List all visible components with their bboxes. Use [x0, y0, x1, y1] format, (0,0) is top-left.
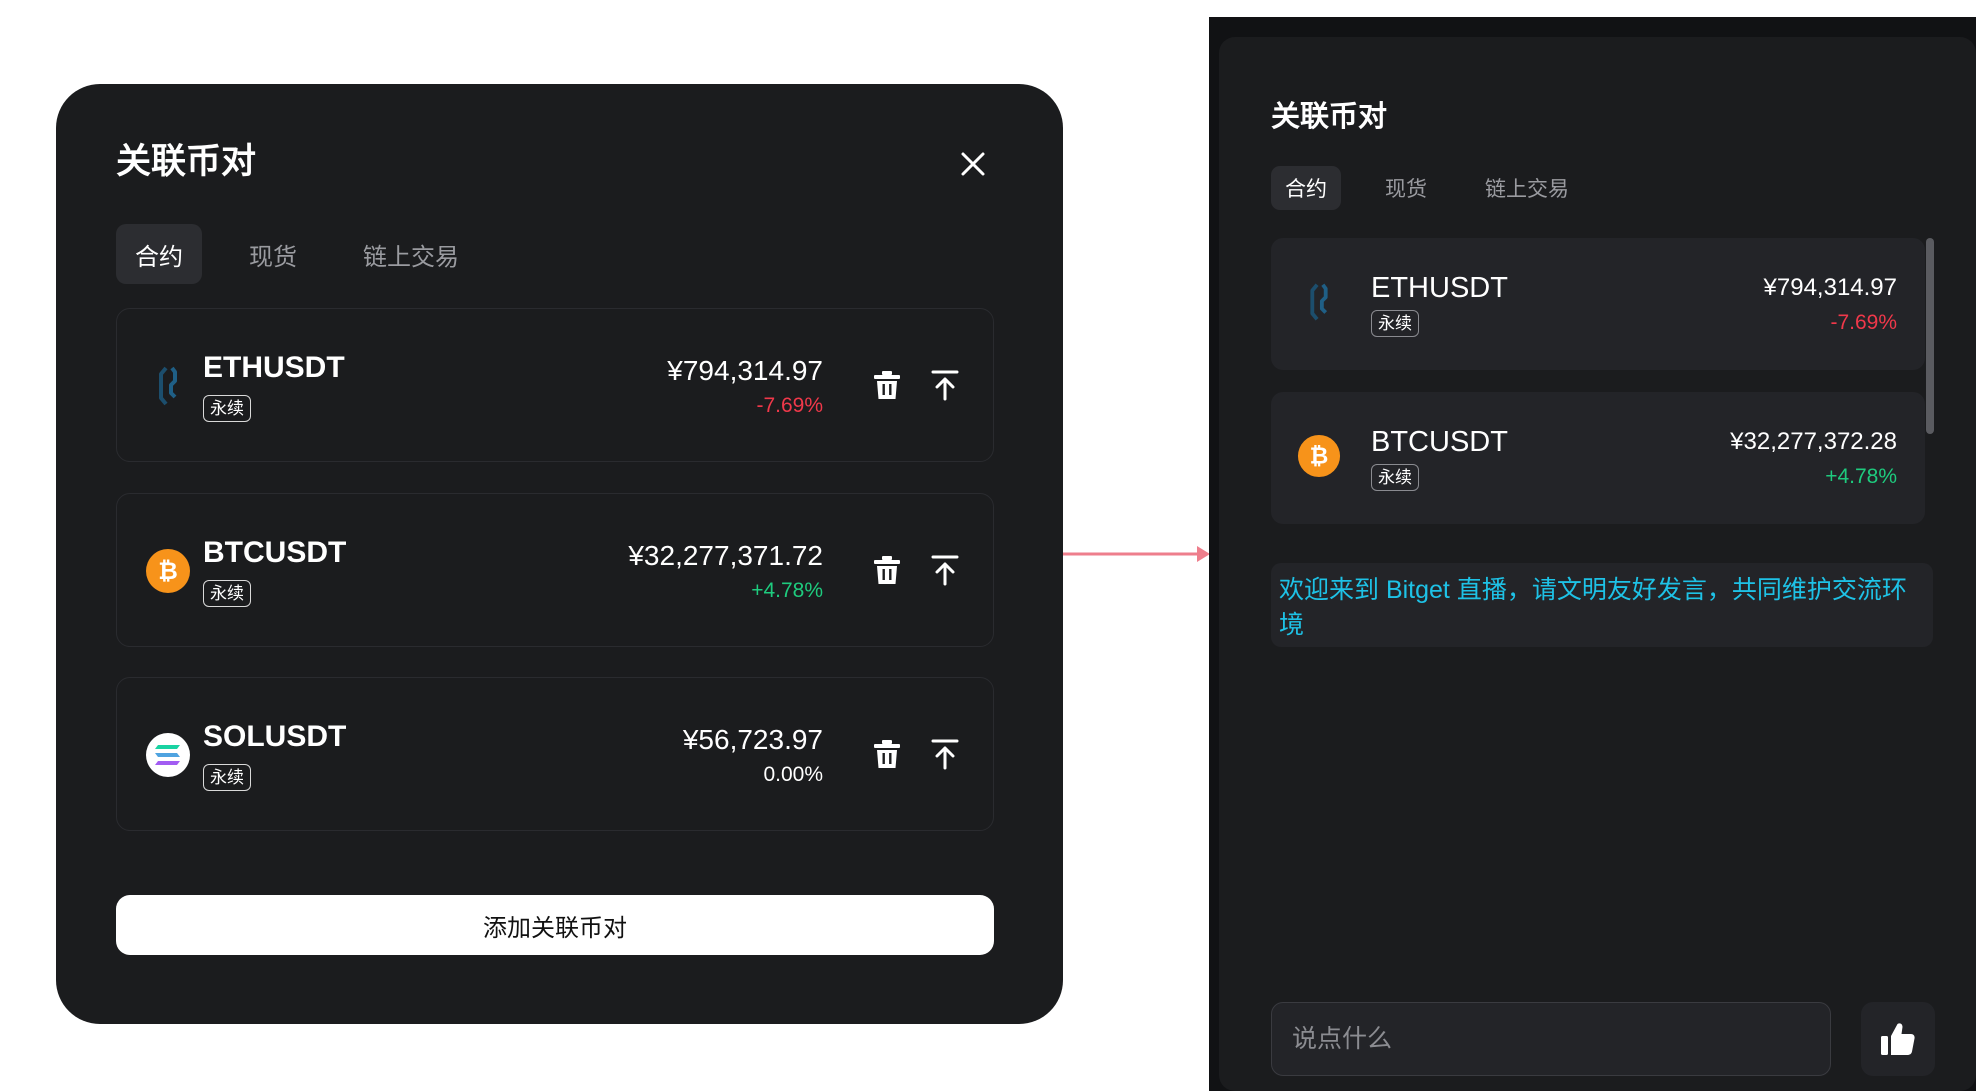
btc-icon: ₿: [146, 549, 190, 593]
perpetual-badge: 永续: [1371, 464, 1419, 491]
pair-change: +4.78%: [751, 579, 823, 602]
tab-onchain[interactable]: 链上交易: [344, 224, 478, 284]
tab-spot[interactable]: 现货: [230, 224, 316, 284]
thumbs-up-icon: [1881, 1023, 1915, 1055]
sol-icon: [146, 733, 190, 777]
modal-tabs: 合约 现货 链上交易: [116, 224, 478, 284]
pin-to-top-icon: [931, 555, 959, 586]
pair-price: ¥32,277,372.28: [1730, 428, 1897, 455]
pair-card-btc[interactable]: ₿ BTCUSDT 永续 ¥32,277,372.28 +4.78%: [1271, 392, 1925, 524]
tab-onchain[interactable]: 链上交易: [1471, 166, 1583, 210]
trash-icon: [874, 556, 900, 584]
related-pairs-modal: 关联币对 合约 现货 链上交易 ETHUSDT 永续 ¥794,314.97 -…: [56, 84, 1063, 1024]
scrollbar[interactable]: [1926, 238, 1934, 434]
perpetual-badge: 永续: [203, 580, 251, 607]
live-room-inner: 关联币对 合约 现货 链上交易 ETHUSDT 永续 ¥794,314.97 -…: [1219, 37, 1976, 1091]
pair-card-sol[interactable]: SOLUSDT 永续 ¥56,723.97 0.00%: [116, 677, 994, 831]
pair-price: ¥794,314.97: [667, 355, 823, 386]
pair-card-btc[interactable]: ₿ BTCUSDT 永续 ¥32,277,371.72 +4.78%: [116, 493, 994, 647]
pin-to-top-button[interactable]: [927, 736, 963, 772]
pair-symbol: BTCUSDT: [203, 536, 347, 569]
pair-card-eth[interactable]: ETHUSDT 永续 ¥794,314.97 -7.69%: [116, 308, 994, 462]
close-icon: [961, 152, 985, 176]
svg-text:₿: ₿: [1310, 444, 1329, 470]
pair-price: ¥56,723.97: [682, 724, 823, 755]
eth-icon: [1310, 283, 1328, 321]
pair-price: ¥32,277,371.72: [628, 540, 823, 571]
panel-tabs: 合约 现货 链上交易: [1271, 166, 1583, 210]
pin-to-top-icon: [931, 370, 959, 401]
tab-futures[interactable]: 合约: [116, 224, 202, 284]
pin-to-top-icon: [931, 739, 959, 770]
live-room-panel: 关联币对 合约 现货 链上交易 ETHUSDT 永续 ¥794,314.97 -…: [1209, 17, 1976, 1091]
pair-price: ¥794,314.97: [1763, 274, 1897, 301]
delete-button[interactable]: [869, 367, 905, 403]
pin-to-top-button[interactable]: [927, 367, 963, 403]
svg-text:₿: ₿: [158, 557, 178, 585]
perpetual-badge: 永续: [203, 764, 251, 791]
welcome-message: 欢迎来到 Bitget 直播，请文明友好发言，共同维护交流环境: [1271, 563, 1933, 647]
tab-spot[interactable]: 现货: [1371, 166, 1441, 210]
pair-symbol: ETHUSDT: [203, 351, 345, 384]
add-pair-button[interactable]: 添加关联币对: [116, 895, 994, 955]
pin-to-top-button[interactable]: [927, 552, 963, 588]
delete-button[interactable]: [869, 552, 905, 588]
pair-symbol: ETHUSDT: [1371, 272, 1508, 304]
modal-title: 关联币对: [116, 142, 257, 181]
btc-icon: ₿: [1297, 434, 1341, 478]
like-button[interactable]: [1861, 1002, 1935, 1076]
close-button[interactable]: [949, 140, 997, 188]
tab-futures[interactable]: 合约: [1271, 166, 1341, 210]
panel-title: 关联币对: [1271, 101, 1388, 133]
pair-change: -7.69%: [1830, 311, 1897, 334]
trash-icon: [874, 371, 900, 399]
pair-change: -7.69%: [756, 394, 823, 417]
delete-button[interactable]: [869, 736, 905, 772]
perpetual-badge: 永续: [203, 395, 251, 422]
pair-card-eth[interactable]: ETHUSDT 永续 ¥794,314.97 -7.69%: [1271, 238, 1925, 370]
arrow-right-icon: [1063, 546, 1210, 562]
chat-input[interactable]: [1271, 1002, 1831, 1076]
pair-symbol: SOLUSDT: [203, 720, 347, 753]
pair-symbol: BTCUSDT: [1371, 426, 1508, 458]
pair-change: 0.00%: [763, 763, 823, 786]
pair-change: +4.78%: [1825, 465, 1897, 488]
perpetual-badge: 永续: [1371, 310, 1419, 337]
eth-icon: [159, 366, 177, 406]
trash-icon: [874, 740, 900, 768]
